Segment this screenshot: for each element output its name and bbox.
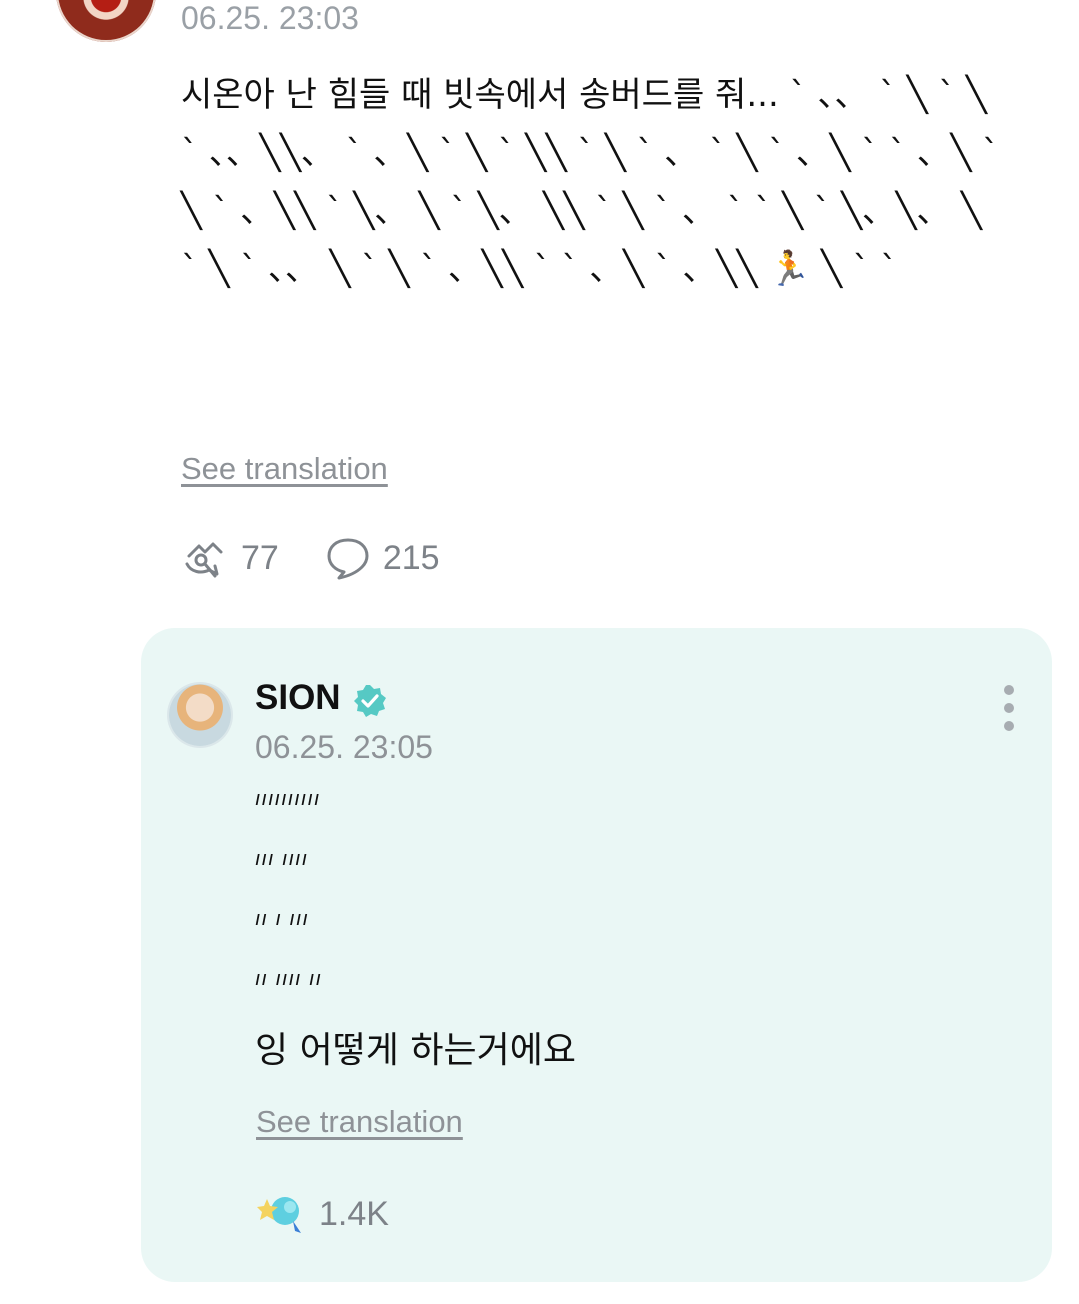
post-body-text: 시온아 난 힘들 때 빗속에서 송버드를 줘... ` 、、 ` ╲ ` ╲ `… bbox=[181, 75, 1010, 289]
comment-bubble-icon bbox=[325, 536, 371, 580]
post-timestamp: 06.25. 23:03 bbox=[181, 0, 359, 36]
like-button[interactable]: 1.4K bbox=[257, 1191, 389, 1237]
reply-line-3: ıı ı ııı bbox=[255, 906, 310, 930]
reply-action-bar: 1.4K bbox=[257, 1190, 389, 1238]
like-count: 1.4K bbox=[319, 1194, 389, 1233]
artist-like-icon bbox=[257, 1191, 307, 1237]
post-author-avatar[interactable] bbox=[56, 0, 156, 42]
repost-count: 77 bbox=[241, 538, 279, 577]
reply-line-2: ııı ıııı bbox=[255, 846, 309, 870]
reply-timestamp: 06.25. 23:05 bbox=[255, 729, 433, 765]
reply-author-avatar[interactable] bbox=[169, 684, 231, 746]
reply-line-1: ıııııııııı bbox=[255, 786, 321, 810]
repost-icon bbox=[181, 536, 229, 580]
reply-author-name[interactable]: SION bbox=[255, 678, 341, 718]
comment-button[interactable]: 215 bbox=[325, 536, 440, 580]
comment-count: 215 bbox=[382, 538, 440, 577]
artist-reply-card: SION 06.25. 23:05 ıııııııııı ııı ıııı ıı… bbox=[141, 628, 1052, 1282]
reply-main-text: 잉 어떻게 하는거에요 bbox=[255, 1030, 576, 1071]
verified-badge-icon bbox=[353, 684, 387, 723]
repost-button[interactable]: 77 bbox=[181, 536, 279, 580]
reply-see-translation-link[interactable]: See translation bbox=[256, 1104, 463, 1140]
post-see-translation-link[interactable]: See translation bbox=[181, 451, 388, 487]
reply-line-4: ıı ıııı ıı bbox=[255, 966, 323, 990]
more-vertical-icon[interactable] bbox=[1002, 684, 1016, 737]
reply-body: ıııııııııı ııı ıııı ıı ı ııı ıı ıııı ıı … bbox=[255, 778, 955, 1076]
post-action-bar: 77 215 bbox=[181, 532, 440, 584]
